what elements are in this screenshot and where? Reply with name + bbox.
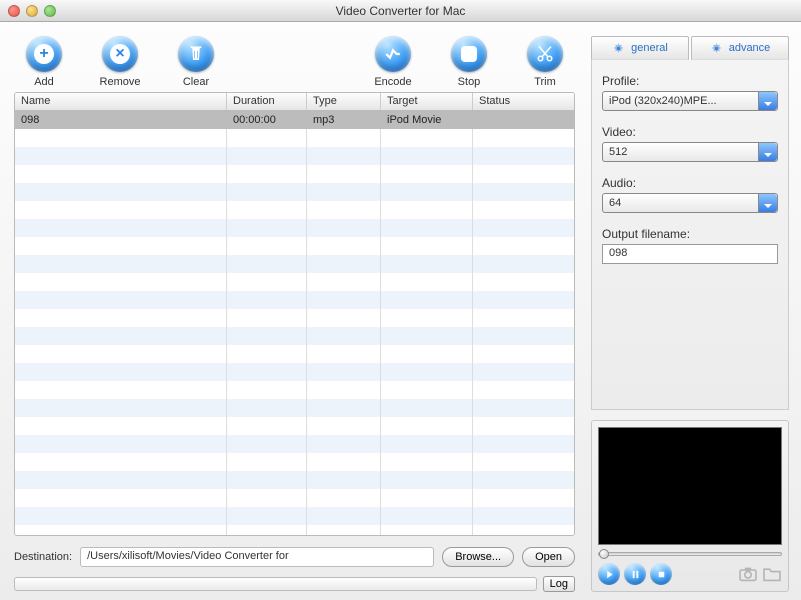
window-title: Video Converter for Mac xyxy=(0,4,801,18)
profile-select[interactable]: iPod (320x240)MPE... xyxy=(602,91,778,111)
stop-button[interactable]: Stop xyxy=(445,36,493,88)
remove-button[interactable]: × Remove xyxy=(96,36,144,88)
play-button[interactable] xyxy=(598,563,620,585)
file-list: Name Duration Type Target Status 098 00:… xyxy=(14,92,575,536)
toolbar: + Add × Remove Clear xyxy=(14,36,575,92)
tab-advance[interactable]: advance xyxy=(691,36,789,60)
play-icon xyxy=(604,569,615,580)
col-status[interactable]: Status xyxy=(473,93,565,110)
column-headers[interactable]: Name Duration Type Target Status xyxy=(15,93,574,111)
col-target[interactable]: Target xyxy=(381,93,473,110)
preview-stop-button[interactable] xyxy=(650,563,672,585)
destination-label: Destination: xyxy=(14,551,72,563)
x-icon: × xyxy=(102,36,138,72)
output-filename-input[interactable]: 098 xyxy=(602,244,778,264)
preview-slider[interactable] xyxy=(598,549,782,559)
col-name[interactable]: Name xyxy=(15,93,227,110)
clear-button[interactable]: Clear xyxy=(172,36,220,88)
col-type[interactable]: Type xyxy=(307,93,381,110)
table-row[interactable]: 098 00:00:00 mp3 iPod Movie xyxy=(15,111,574,129)
trash-icon xyxy=(178,36,214,72)
minimize-window-button[interactable] xyxy=(26,5,38,17)
log-button[interactable]: Log xyxy=(543,576,575,592)
profile-label: Profile: xyxy=(602,74,778,88)
gear-icon xyxy=(710,42,723,55)
output-filename-label: Output filename: xyxy=(602,227,778,241)
preview-panel xyxy=(591,420,789,592)
tab-general[interactable]: general xyxy=(591,36,689,60)
trim-button[interactable]: Trim xyxy=(521,36,569,88)
encode-icon xyxy=(375,36,411,72)
scissors-icon xyxy=(527,36,563,72)
snapshot-icon xyxy=(738,566,758,582)
open-button[interactable]: Open xyxy=(522,547,575,567)
close-window-button[interactable] xyxy=(8,5,20,17)
video-bitrate-select[interactable]: 512 xyxy=(602,142,778,162)
progress-bar xyxy=(14,577,537,591)
col-duration[interactable]: Duration xyxy=(227,93,307,110)
zoom-window-button[interactable] xyxy=(44,5,56,17)
video-label: Video: xyxy=(602,125,778,139)
audio-label: Audio: xyxy=(602,176,778,190)
stop-icon xyxy=(656,569,667,580)
gear-icon xyxy=(612,42,625,55)
preview-screen xyxy=(598,427,782,545)
add-button[interactable]: + Add xyxy=(20,36,68,88)
plus-icon: + xyxy=(26,36,62,72)
destination-input[interactable]: /Users/xilisoft/Movies/Video Converter f… xyxy=(80,547,434,567)
encode-button[interactable]: Encode xyxy=(369,36,417,88)
browse-button[interactable]: Browse... xyxy=(442,547,514,567)
destination-bar: Destination: /Users/xilisoft/Movies/Vide… xyxy=(14,544,575,570)
stop-icon xyxy=(451,36,487,72)
folder-icon xyxy=(762,566,782,582)
titlebar: Video Converter for Mac xyxy=(0,0,801,22)
audio-bitrate-select[interactable]: 64 xyxy=(602,193,778,213)
pause-icon xyxy=(630,569,641,580)
pause-button[interactable] xyxy=(624,563,646,585)
